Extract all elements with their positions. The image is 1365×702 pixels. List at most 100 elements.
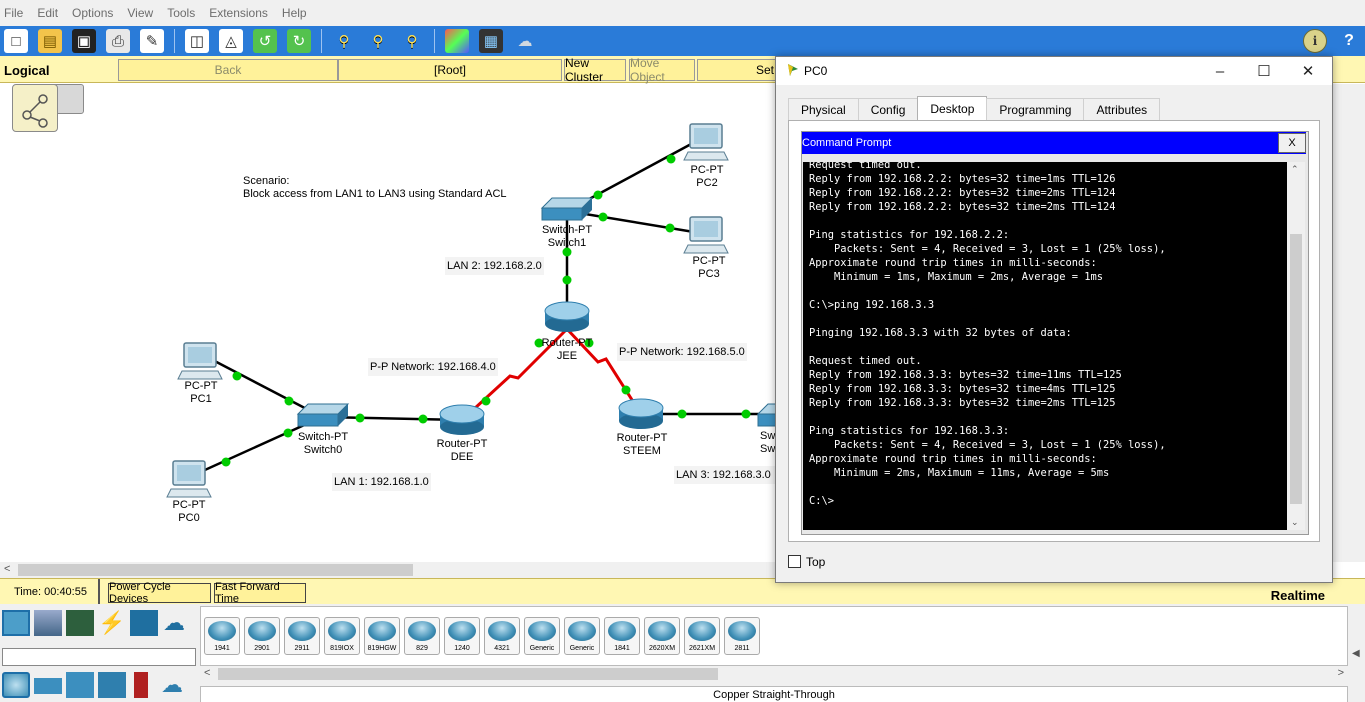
device-model-item[interactable]: 829 <box>404 617 440 655</box>
device-model-item[interactable]: 819HGW <box>364 617 400 655</box>
new-file-icon[interactable]: □ <box>4 29 28 53</box>
scroll-left-arrow-icon[interactable]: < <box>4 563 10 575</box>
fast-forward-time-button[interactable]: Fast Forward Time <box>214 581 306 605</box>
scroll-right-arrow-icon[interactable]: > <box>1338 667 1344 679</box>
open-folder-icon[interactable]: ▤ <box>38 29 62 53</box>
command-prompt-close-button[interactable]: X <box>1278 133 1306 153</box>
zoom-reset-icon[interactable]: ⚲ <box>366 29 390 53</box>
menu-edit[interactable]: Edit <box>37 6 58 20</box>
device-model-item[interactable]: Generic <box>564 617 600 655</box>
device-label-jee[interactable]: Router-PT JEE <box>538 337 596 363</box>
save-icon[interactable]: ▣ <box>72 29 96 53</box>
device-model-item[interactable]: 2901 <box>244 617 280 655</box>
menu-view[interactable]: View <box>127 6 153 20</box>
canvas-horizontal-scrollbar[interactable]: < <box>0 562 775 578</box>
miscellaneous-icon[interactable] <box>130 610 158 636</box>
scroll-left-arrow-icon[interactable]: ◀ <box>1352 648 1360 659</box>
scroll-up-arrow-icon[interactable]: ⌃ <box>1291 164 1299 175</box>
minimize-icon[interactable]: – <box>1198 60 1242 82</box>
device-search-input[interactable] <box>2 648 196 666</box>
scroll-left-arrow-icon[interactable]: < <box>204 667 210 679</box>
activity-wizard-icon[interactable]: ✎ <box>140 29 164 53</box>
device-label-switch2[interactable]: Sw Sw <box>760 430 775 456</box>
device-label-dee[interactable]: Router-PT DEE <box>432 438 492 464</box>
connections-icon[interactable]: ⚡ <box>98 610 126 636</box>
device-panel-vertical-scrollbar[interactable]: ◀ <box>1348 604 1365 702</box>
device-model-item[interactable]: 2620XM <box>644 617 680 655</box>
menu-file[interactable]: File <box>4 6 23 20</box>
back-button[interactable]: Back <box>118 59 338 81</box>
security-category-icon[interactable] <box>134 672 148 698</box>
divider <box>98 579 100 605</box>
help-icon[interactable]: i <box>1303 29 1327 53</box>
tab-programming[interactable]: Programming <box>986 98 1085 120</box>
menu-tools[interactable]: Tools <box>167 6 195 20</box>
zoom-in-icon[interactable]: ⚲ <box>332 29 356 53</box>
wireless-category-icon[interactable] <box>98 672 126 698</box>
undo-icon[interactable]: ↺ <box>253 29 277 53</box>
toolbar-separator <box>434 29 435 53</box>
menu-options[interactable]: Options <box>72 6 113 20</box>
copy-icon[interactable]: ◫ <box>185 29 209 53</box>
cloud-icon[interactable]: ☁ <box>513 29 537 53</box>
device-label-switch1[interactable]: Switch-PT Switch1 <box>538 224 596 250</box>
routers-category-icon[interactable] <box>2 672 30 698</box>
device-label-switch0[interactable]: Switch-PT Switch0 <box>294 431 352 457</box>
device-label-pc0[interactable]: PC-PT PC0 <box>170 499 208 525</box>
router-icon <box>618 398 664 429</box>
device-list-scrollbar[interactable]: < > <box>200 666 1348 682</box>
device-type: Switch-PT <box>541 224 593 236</box>
device-label-pc3[interactable]: PC-PT PC3 <box>690 255 728 281</box>
device-model-item[interactable]: 4321 <box>484 617 520 655</box>
menu-help[interactable]: Help <box>282 6 307 20</box>
zoom-out-icon[interactable]: ⚲ <box>400 29 424 53</box>
logical-mode-label[interactable]: Logical <box>4 63 50 78</box>
paste-icon[interactable]: ◬ <box>219 29 243 53</box>
new-cluster-button[interactable]: New Cluster <box>564 56 626 84</box>
top-checkbox[interactable] <box>788 555 801 568</box>
print-icon[interactable]: ⎙ <box>106 29 130 53</box>
device-model-item[interactable]: 2911 <box>284 617 320 655</box>
device-model-item[interactable]: 2621XM <box>684 617 720 655</box>
device-label-steem[interactable]: Router-PT STEEM <box>610 432 674 458</box>
switches-category-icon[interactable] <box>34 678 62 694</box>
router-icon <box>248 621 276 641</box>
close-icon[interactable]: ✕ <box>1286 60 1330 82</box>
network-devices-icon[interactable] <box>2 610 30 636</box>
device-model-item[interactable]: Generic <box>524 617 560 655</box>
palette-icon[interactable] <box>445 29 469 53</box>
maximize-icon[interactable]: ☐ <box>1242 60 1286 82</box>
redo-icon[interactable]: ↻ <box>287 29 311 53</box>
help-arrow-icon[interactable]: ? <box>1337 29 1361 53</box>
scrollbar-thumb[interactable] <box>218 668 718 680</box>
logical-view-icon[interactable] <box>12 84 58 132</box>
realtime-mode-label[interactable]: Realtime <box>1271 588 1325 603</box>
device-model-item[interactable]: 819IOX <box>324 617 360 655</box>
end-devices-icon[interactable] <box>34 610 62 636</box>
tab-config[interactable]: Config <box>857 98 919 120</box>
device-model-item[interactable]: 2811 <box>724 617 760 655</box>
terminal-scrollbar[interactable]: ⌃ ⌄ <box>1287 162 1305 530</box>
device-model-item[interactable]: 1941 <box>204 617 240 655</box>
tab-desktop[interactable]: Desktop <box>917 96 988 120</box>
multiuser-connection-icon[interactable]: ☁ <box>160 610 188 636</box>
power-cycle-devices-button[interactable]: Power Cycle Devices <box>108 581 211 605</box>
components-icon[interactable] <box>66 610 94 636</box>
device-label-pc1[interactable]: PC-PT PC1 <box>182 380 220 406</box>
scrollbar-thumb[interactable] <box>1290 234 1302 504</box>
scroll-down-arrow-icon[interactable]: ⌄ <box>1291 517 1299 528</box>
move-object-button[interactable]: Move Object <box>629 56 695 84</box>
hubs-category-icon[interactable] <box>66 672 94 698</box>
device-model-item[interactable]: 1240 <box>444 617 480 655</box>
window-titlebar[interactable]: PC0 – ☐ ✕ <box>776 57 1332 85</box>
custom-device-icon[interactable]: ▦ <box>479 29 503 53</box>
wan-emulation-category-icon[interactable]: ☁ <box>158 672 186 698</box>
device-label-pc2[interactable]: PC-PT PC2 <box>688 164 726 190</box>
root-button[interactable]: [Root] <box>338 59 562 81</box>
command-prompt-terminal[interactable]: Request timed out. Reply from 192.168.2.… <box>803 162 1287 530</box>
scrollbar-thumb[interactable] <box>18 564 413 576</box>
menu-extensions[interactable]: Extensions <box>209 6 268 20</box>
tab-physical[interactable]: Physical <box>788 98 859 120</box>
tab-attributes[interactable]: Attributes <box>1083 98 1161 120</box>
device-model-item[interactable]: 1841 <box>604 617 640 655</box>
